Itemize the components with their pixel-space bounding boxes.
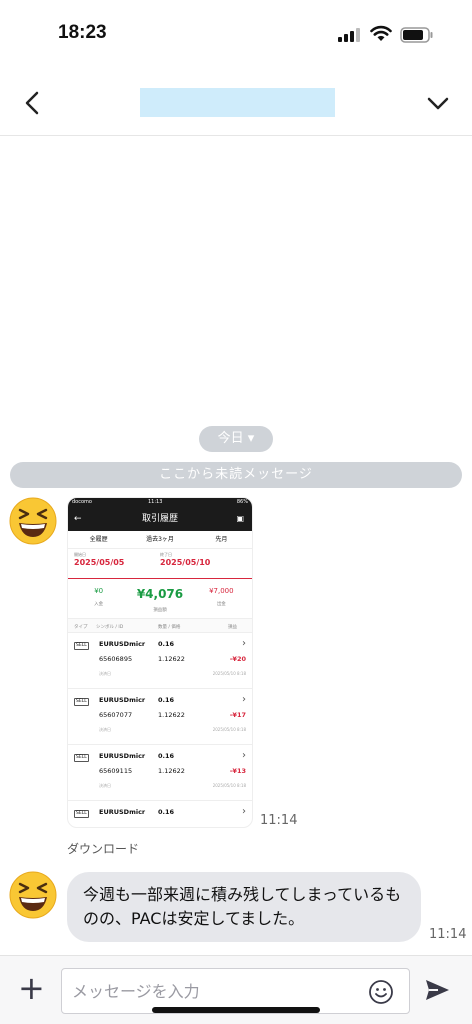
download-link[interactable]: ダウンロード [67,840,139,857]
shot-sell-tag: SELL [74,810,89,818]
shot-pnl-label: 損益額 [153,608,167,613]
send-icon[interactable] [423,976,451,1004]
shot-qty: 0.16 [158,696,175,704]
status-time: 18:23 [58,22,107,43]
shot-symbol: EURUSDmicr [99,808,146,816]
shot-withdraw-label: 出金 [216,602,226,607]
status-bar: 18:23 [0,0,472,64]
shot-end-date: 2025/05/10 [160,558,211,567]
shot-trade-row: SELL EURUSDmicr 0.16 › 65606895 1.12622 … [68,633,252,689]
shot-trade-row: SELL EURUSDmicr 0.16 › [68,801,252,827]
back-icon[interactable] [20,88,46,118]
message-timestamp: 11:14 [429,927,467,942]
shot-chevron-right-icon: › [242,750,246,761]
image-timestamp: 11:14 [260,813,298,828]
shot-date: 2025/05/10 8:18 [212,671,246,676]
shot-deposit: ¥0 [94,587,104,595]
shot-pl: -¥20 [229,655,246,663]
shot-clock: 11:13 [148,499,163,505]
shot-column-headers: タイプ シンボル / ID 数量 / 価格 損益 [68,619,252,633]
shot-col-qty: 数量 / 価格 [158,625,181,630]
battery-icon [400,27,433,43]
shot-qty: 0.16 [158,808,175,816]
shot-col-symbol: シンボル / ID [96,625,124,630]
shot-trade-id: 65606895 [99,655,133,663]
shot-start-date: 2025/05/05 [74,558,125,567]
chat-title [140,88,335,117]
shot-pl: -¥13 [229,767,246,775]
shot-price: 1.12622 [158,655,185,663]
shot-chevron-right-icon: › [242,806,246,817]
date-chip[interactable]: 今日 ▾ [199,426,273,452]
cellular-signal-icon [338,28,360,42]
wifi-icon [370,25,392,41]
shot-title: 取引履歴 [141,514,178,524]
shot-col-pl: 損益 [228,625,237,630]
shot-pnl: ¥4,076 [136,587,184,601]
shot-chevron-right-icon: › [242,638,246,649]
shot-symbol: EURUSDmicr [99,752,146,760]
shot-carrier: docomo [72,499,92,505]
emoji-avatar-icon[interactable] [8,870,58,920]
shot-trade-row: SELL EURUSDmicr 0.16 › 65609115 1.12622 … [68,745,252,801]
shot-tab: 先月 [215,536,228,543]
image-attachment[interactable]: docomo 11:13 86% ← 取引履歴 ▣ 全履歴 過去3ヶ月 先月 開… [67,497,253,828]
shot-tab: 全履歴 [89,536,108,543]
shot-status: 決済日 [99,671,111,676]
shot-sell-tag: SELL [74,642,89,650]
shot-sell-tag: SELL [74,754,89,762]
shot-chevron-right-icon: › [242,694,246,705]
message-bubble[interactable]: 今週も一部来週に積み残してしまっているものの、PACは安定してました。 [67,872,421,942]
shot-col-type: タイプ [74,625,88,630]
shot-withdraw: ¥7,000 [209,587,234,595]
plus-icon[interactable]: + [18,972,45,1004]
unread-divider: ここから未読メッセージ [10,462,462,488]
shot-symbol: EURUSDmicr [99,696,146,704]
emoji-avatar-icon[interactable] [8,496,58,546]
shot-battery: 86% [236,499,248,505]
shot-summary: ¥0 入金 ¥4,076 損益額 ¥7,000 出金 [68,579,252,619]
shot-qty: 0.16 [158,752,175,760]
shot-status: 決済日 [99,727,111,732]
shot-pl: -¥17 [229,711,246,719]
shot-date: 2025/05/10 8:18 [212,783,246,788]
home-indicator [152,1007,320,1013]
shot-price: 1.12622 [158,711,185,719]
shot-symbol: EURUSDmicr [99,640,146,648]
shot-sell-tag: SELL [74,698,89,706]
shot-price: 1.12622 [158,767,185,775]
composer-bar: + [0,955,472,1024]
chevron-down-icon[interactable] [424,90,452,116]
shot-header: ← 取引履歴 ▣ [68,507,252,531]
shot-back-icon: ← [74,514,82,524]
shot-statusbar: docomo 11:13 86% [68,498,252,507]
shot-tab: 過去3ヶ月 [146,536,174,543]
shot-trade-id: 65609115 [99,767,133,775]
shot-calendar-icon: ▣ [236,514,244,523]
shot-status: 決済日 [99,783,111,788]
shot-trade-row: SELL EURUSDmicr 0.16 › 65607077 1.12622 … [68,689,252,745]
shot-date: 2025/05/10 8:18 [212,727,246,732]
shot-trade-id: 65607077 [99,711,133,719]
shot-date-range: 開始日 2025/05/05 終了日 2025/05/10 [68,549,252,579]
shot-tabs: 全履歴 過去3ヶ月 先月 [68,531,252,549]
smiley-icon[interactable] [368,979,394,1005]
shot-deposit-label: 入金 [94,602,104,607]
chat-header [0,70,472,136]
shot-qty: 0.16 [158,640,175,648]
